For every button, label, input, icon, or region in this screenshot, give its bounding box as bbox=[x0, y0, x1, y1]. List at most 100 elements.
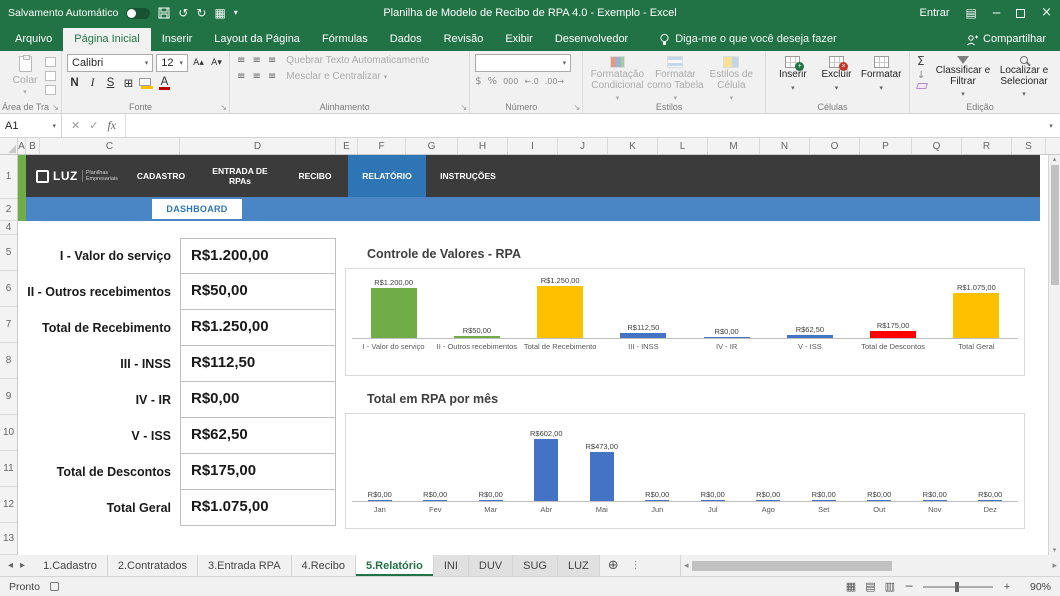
formula-input[interactable] bbox=[126, 114, 1042, 137]
align-center-icon[interactable]: ≡ bbox=[250, 71, 262, 82]
close-icon[interactable]: × bbox=[1041, 7, 1052, 19]
nav-item-relatorio[interactable]: RELATÓRIO bbox=[348, 155, 426, 197]
format-painter-icon[interactable] bbox=[45, 85, 56, 95]
previous-sheet-icon[interactable]: ◂ bbox=[8, 560, 13, 571]
sheet-tab-3-entrada-rpa[interactable]: 3.Entrada RPA bbox=[198, 555, 292, 576]
chart-total-rpa-mes[interactable]: R$0,00R$0,00R$0,00R$602,00R$473,00R$0,00… bbox=[345, 413, 1025, 529]
name-box[interactable]: A1 ▾ bbox=[0, 114, 62, 137]
sheet-tab-4-recibo[interactable]: 4.Recibo bbox=[292, 555, 356, 576]
scroll-left-icon[interactable]: ◂ bbox=[684, 561, 689, 571]
format-cells-button[interactable]: Formatar ▾ bbox=[858, 54, 904, 93]
column-header-O[interactable]: O bbox=[810, 138, 860, 154]
summary-value-cell[interactable]: R$1.200,00 bbox=[180, 238, 336, 274]
tab-splitter-icon[interactable]: ⋮ bbox=[627, 555, 645, 576]
ribbon-tab-desenvolvedor[interactable]: Desenvolvedor bbox=[544, 28, 639, 51]
fill-down-icon[interactable]: ↓ bbox=[917, 70, 927, 81]
wrap-text-button[interactable]: Quebrar Texto Automaticamente bbox=[286, 55, 429, 66]
row-header-6[interactable]: 6 bbox=[0, 271, 17, 307]
zoom-level[interactable]: 90% bbox=[1021, 581, 1051, 593]
new-sheet-button[interactable]: ⊕ bbox=[600, 555, 627, 576]
ribbon-tab-exibir[interactable]: Exibir bbox=[494, 28, 544, 51]
page-layout-view-icon[interactable]: ▤ bbox=[865, 580, 875, 593]
align-middle-icon[interactable]: ≡ bbox=[250, 55, 262, 66]
autosave-toggle[interactable] bbox=[126, 8, 150, 19]
summary-value-cell[interactable]: R$112,50 bbox=[180, 346, 336, 382]
nav-item-instrucoes[interactable]: INSTRUÇÕES bbox=[426, 155, 510, 197]
summary-value-cell[interactable]: R$1.250,00 bbox=[180, 310, 336, 346]
comma-format-icon[interactable]: 000 bbox=[503, 77, 518, 86]
grow-font-icon[interactable]: A▴ bbox=[191, 56, 206, 70]
summary-value-cell[interactable]: R$175,00 bbox=[180, 454, 336, 490]
column-header-M[interactable]: M bbox=[708, 138, 760, 154]
borders-icon[interactable]: ⊞ bbox=[121, 76, 136, 90]
summary-label-cell[interactable]: III - INSS bbox=[18, 346, 180, 382]
customize-quick-access-icon[interactable]: ▾ bbox=[234, 7, 238, 19]
copy-icon[interactable] bbox=[45, 71, 56, 81]
sheet-tab-ini[interactable]: INI bbox=[434, 555, 469, 576]
clipboard-dialog-launcher-icon[interactable]: ↘ bbox=[52, 103, 59, 112]
column-header-D[interactable]: D bbox=[180, 138, 336, 154]
column-header-C[interactable]: C bbox=[40, 138, 180, 154]
column-header-L[interactable]: L bbox=[658, 138, 708, 154]
scroll-down-icon[interactable]: ▾ bbox=[1053, 546, 1057, 554]
font-color-icon[interactable]: A bbox=[157, 77, 172, 90]
increase-decimal-icon[interactable]: ←.0 bbox=[524, 77, 538, 86]
insert-cells-button[interactable]: + Inserir ▾ bbox=[771, 54, 815, 93]
summary-value-cell[interactable]: R$0,00 bbox=[180, 382, 336, 418]
ribbon-tab-dados[interactable]: Dados bbox=[379, 28, 433, 51]
ribbon-tab-inserir[interactable]: Inserir bbox=[151, 28, 204, 51]
row-header-8[interactable]: 8 bbox=[0, 343, 17, 379]
summary-label-cell[interactable]: Total de Descontos bbox=[18, 454, 180, 490]
number-format-combo[interactable]: ▾ bbox=[475, 54, 571, 72]
zoom-out-icon[interactable]: ─ bbox=[904, 580, 914, 593]
summary-value-cell[interactable]: R$1.075,00 bbox=[180, 490, 336, 526]
align-right-icon[interactable]: ≡ bbox=[266, 71, 278, 82]
column-header-K[interactable]: K bbox=[608, 138, 658, 154]
ribbon-tab-arquivo[interactable]: Arquivo bbox=[4, 28, 63, 51]
column-header-J[interactable]: J bbox=[558, 138, 608, 154]
align-bottom-icon[interactable]: ≡ bbox=[266, 55, 278, 66]
italic-button[interactable]: I bbox=[85, 76, 100, 90]
row-header-4[interactable]: 4 bbox=[0, 221, 17, 235]
expand-formula-bar-icon[interactable]: ▾ bbox=[1042, 114, 1060, 137]
alignment-dialog-launcher-icon[interactable]: ↘ bbox=[460, 103, 467, 112]
nav-item-recibo[interactable]: RECIBO bbox=[282, 155, 348, 197]
sheet-tab-1-cadastro[interactable]: 1.Cadastro bbox=[33, 555, 108, 576]
row-header-9[interactable]: 9 bbox=[0, 379, 17, 415]
row-header-12[interactable]: 12 bbox=[0, 487, 17, 523]
paste-button[interactable]: Colar ▾ bbox=[5, 54, 45, 96]
sheet-tab-5-relatorio[interactable]: 5.Relatório bbox=[356, 555, 434, 576]
currency-format-icon[interactable]: $ bbox=[475, 76, 481, 87]
cancel-entry-icon[interactable]: ✕ bbox=[71, 119, 80, 132]
column-header-S[interactable]: S bbox=[1012, 138, 1046, 154]
row-header-2[interactable]: 2 bbox=[0, 199, 17, 221]
sheet-tab-duv[interactable]: DUV bbox=[469, 555, 513, 576]
summary-label-cell[interactable]: Total Geral bbox=[18, 490, 180, 526]
conditional-formatting-button[interactable]: Formatação Condicional ▾ bbox=[588, 54, 646, 104]
summary-label-cell[interactable]: II - Outros recebimentos bbox=[18, 274, 180, 310]
column-header-H[interactable]: H bbox=[458, 138, 508, 154]
cut-icon[interactable] bbox=[45, 57, 56, 67]
ribbon-tab-formulas[interactable]: Fórmulas bbox=[311, 28, 379, 51]
ribbon-tab-revisao[interactable]: Revisão bbox=[433, 28, 495, 51]
record-macro-icon[interactable] bbox=[50, 582, 59, 591]
column-header-A[interactable]: A bbox=[18, 138, 26, 154]
clear-icon[interactable] bbox=[916, 83, 928, 89]
sheet-tab-sug[interactable]: SUG bbox=[513, 555, 558, 576]
zoom-slider-thumb[interactable] bbox=[955, 582, 959, 592]
scroll-up-icon[interactable]: ▴ bbox=[1053, 155, 1057, 163]
share-button[interactable]: Compartilhar bbox=[956, 28, 1056, 51]
undo-icon[interactable]: ↺ bbox=[178, 7, 188, 19]
summary-label-cell[interactable]: I - Valor do serviço bbox=[18, 238, 180, 274]
zoom-in-icon[interactable]: + bbox=[1002, 581, 1012, 593]
column-header-R[interactable]: R bbox=[962, 138, 1012, 154]
cell-styles-button[interactable]: Estilos de Célula ▾ bbox=[704, 54, 758, 104]
vertical-scroll-thumb[interactable] bbox=[1051, 165, 1059, 285]
next-sheet-icon[interactable]: ▸ bbox=[20, 560, 25, 571]
save-icon[interactable] bbox=[158, 7, 170, 19]
minimize-icon[interactable]: ─ bbox=[993, 7, 1000, 19]
summary-label-cell[interactable]: IV - IR bbox=[18, 382, 180, 418]
confirm-entry-icon[interactable]: ✓ bbox=[89, 119, 98, 132]
select-all-corner[interactable] bbox=[0, 138, 18, 154]
ribbon-tab-layout-da-pagina[interactable]: Layout da Página bbox=[203, 28, 311, 51]
